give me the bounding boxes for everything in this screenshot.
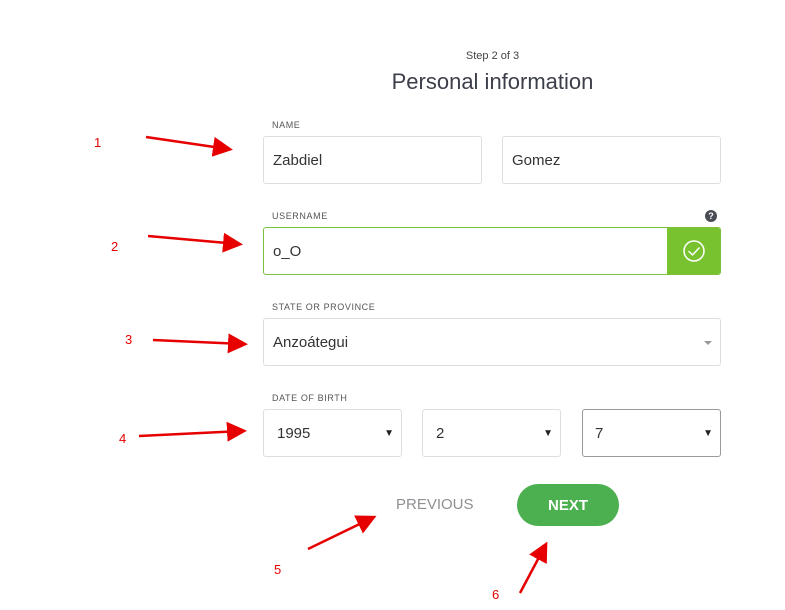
annotation-1: 1 xyxy=(94,135,102,150)
arrow-1 xyxy=(145,135,233,157)
annotation-6: 6 xyxy=(492,587,500,602)
annotation-4: 4 xyxy=(119,431,127,446)
annotation-2: 2 xyxy=(111,239,119,254)
annotation-3: 3 xyxy=(125,332,133,347)
arrow-6 xyxy=(518,541,548,594)
annotation-5: 5 xyxy=(274,562,282,577)
arrow-3 xyxy=(152,333,248,354)
arrow-2 xyxy=(147,232,243,253)
annotation-arrows xyxy=(138,135,548,594)
arrow-4 xyxy=(138,421,247,442)
arrow-5 xyxy=(307,515,377,551)
